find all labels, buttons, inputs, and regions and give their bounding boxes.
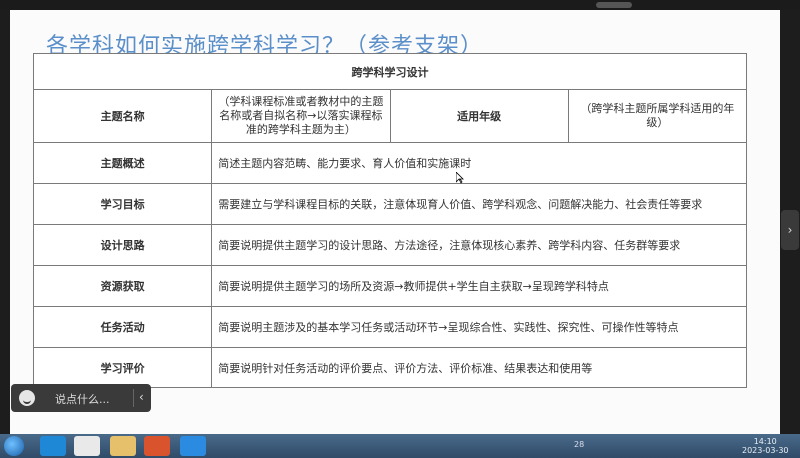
grade-desc: （跨学科主题所属学科适用的年级） [567,89,748,143]
theme-name-label: 主题名称 [32,89,213,143]
clock[interactable]: 14:10 2023-03-30 [742,437,789,455]
divider [133,389,134,407]
clock-time: 14:10 [753,437,777,446]
taskbar: 28 14:10 2023-03-30 [0,434,800,458]
presentation-app-icon[interactable] [144,436,170,456]
row-label: 设计思路 [32,224,213,266]
system-tray[interactable]: 28 [574,440,584,449]
top-handle[interactable] [596,2,632,8]
row-label: 资源获取 [32,265,213,307]
app-icon-document[interactable] [74,436,100,456]
row-desc: 简要说明针对任务活动的评价要点、评价方法、评价标准、结果表达和使用等 [211,347,747,388]
row-label: 学习评价 [32,347,213,388]
row-label: 学习目标 [32,183,213,225]
expand-panel-button[interactable]: › [781,210,799,250]
theme-name-desc: （学科课程标准或者教材中的主题名称或者自拟名称→以落实课程标准的跨学科主题为主） [211,89,391,143]
row-desc: 简要说明提供主题学习的设计思路、方法途径，注意体现核心素养、跨学科内容、任务群等… [211,224,747,266]
folder-icon[interactable] [110,436,136,456]
mouse-cursor-icon [456,172,464,184]
start-button[interactable] [4,436,24,456]
chat-placeholder[interactable]: 说点什么... [55,391,110,407]
row-label: 主题概述 [32,142,213,184]
smile-icon[interactable] [19,390,35,406]
top-bar [0,0,800,10]
app-icon-s[interactable] [40,436,66,456]
meeting-app-icon[interactable] [180,436,206,456]
row-desc: 简要说明主题涉及的基本学习任务或活动环节→呈现综合性、实践性、探究性、可操作性等… [211,306,747,348]
clock-date: 2023-03-30 [742,446,789,455]
row-label: 任务活动 [32,306,213,348]
row-desc: 简要说明提供主题学习的场所及资源→教师提供+学生自主获取→呈现跨学科特点 [211,265,747,307]
collapse-icon[interactable]: ‹ [139,390,144,404]
row-desc: 简述主题内容范畴、能力要求、育人价值和实施课时 [211,142,747,184]
table-header: 跨学科学习设计 [33,53,747,90]
row-desc: 需要建立与学科课程目标的关联，注意体现育人价值、跨学科观念、问题解决能力、社会责… [211,183,747,225]
chevron-right-icon: › [787,223,793,237]
chat-input-bar[interactable]: 说点什么... ‹ [11,384,151,412]
grade-label: 适用年级 [389,89,569,143]
design-table: 跨学科学习设计 主题名称 （学科课程标准或者教材中的主题名称或者自拟名称→以落实… [32,53,748,388]
